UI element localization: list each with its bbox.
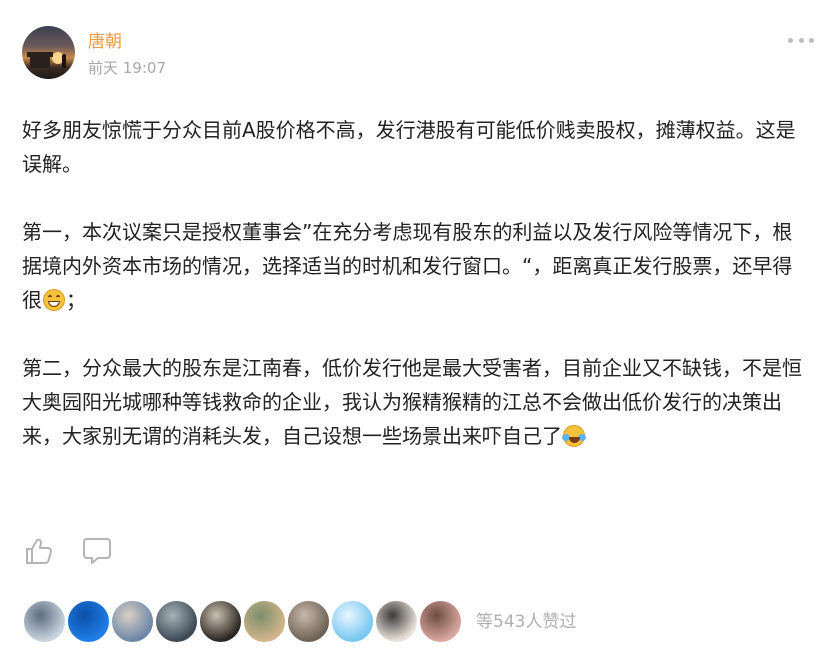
paragraph: 第一，本次议案只是授权董事会”在充分考虑现有股东的利益以及发行风险等情况下，根据… bbox=[22, 215, 812, 317]
grin-emoji-icon bbox=[43, 289, 65, 311]
liker-avatar[interactable] bbox=[330, 599, 375, 644]
liker-avatar[interactable] bbox=[374, 599, 419, 644]
more-options-icon[interactable] bbox=[788, 34, 814, 46]
likers-section: 等543人赞过 bbox=[22, 599, 822, 645]
post-timestamp: 前天 19:07 bbox=[88, 59, 166, 77]
paragraph-tail: ； bbox=[66, 288, 86, 312]
thumbs-up-icon[interactable] bbox=[24, 536, 54, 566]
likes-count[interactable]: 等543人赞过 bbox=[476, 611, 576, 633]
author-avatar[interactable] bbox=[22, 26, 75, 79]
paragraph: 好多朋友惊慌于分众目前A股价格不高，发行港股有可能低价贱卖股权，摊薄权益。这是误… bbox=[22, 113, 812, 181]
liker-avatar[interactable] bbox=[286, 599, 331, 644]
post-actions bbox=[24, 536, 144, 568]
paragraph-text: 好多朋友惊慌于分众目前A股价格不高，发行港股有可能低价贱卖股权，摊薄权益。这是误… bbox=[22, 118, 796, 176]
liker-avatar[interactable] bbox=[198, 599, 243, 644]
paragraph-text: 第二，分众最大的股东是江南春，低价发行他是最大受害者，目前企业又不缺钱，不是恒大… bbox=[22, 356, 802, 448]
post-body: 好多朋友惊慌于分众目前A股价格不高，发行港股有可能低价贱卖股权，摊薄权益。这是误… bbox=[22, 113, 812, 453]
liker-avatar[interactable] bbox=[242, 599, 287, 644]
comment-bubble-icon[interactable] bbox=[82, 536, 112, 566]
post-header: 唐朝 前天 19:07 bbox=[22, 26, 814, 80]
liker-avatar[interactable] bbox=[110, 599, 155, 644]
liker-avatar[interactable] bbox=[22, 599, 67, 644]
liker-avatar[interactable] bbox=[154, 599, 199, 644]
paragraph-text: 第一，本次议案只是授权董事会”在充分考虑现有股东的利益以及发行风险等情况下，根据… bbox=[22, 220, 793, 312]
author-name[interactable]: 唐朝 bbox=[88, 32, 122, 52]
laugh-cry-emoji-icon bbox=[562, 425, 586, 447]
paragraph: 第二，分众最大的股东是江南春，低价发行他是最大受害者，目前企业又不缺钱，不是恒大… bbox=[22, 351, 812, 453]
liker-avatar[interactable] bbox=[418, 599, 463, 644]
weibo-post: 唐朝 前天 19:07 好多朋友惊慌于分众目前A股价格不高，发行港股有可能低价贱… bbox=[0, 0, 836, 667]
liker-avatar[interactable] bbox=[66, 599, 111, 644]
